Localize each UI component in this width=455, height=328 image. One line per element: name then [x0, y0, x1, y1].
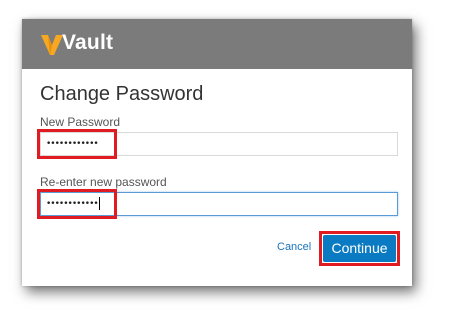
continue-highlight-box [319, 231, 400, 266]
dialog-header: Vault [22, 19, 412, 69]
new-password-highlight-box [37, 129, 117, 159]
brand-name: Vault [62, 31, 114, 54]
cancel-link[interactable]: Cancel [277, 241, 311, 253]
new-password-label: New Password [40, 115, 121, 129]
reenter-password-highlight-box [37, 189, 117, 219]
reenter-password-label: Re-enter new password [40, 175, 167, 189]
vault-logo-icon [41, 35, 63, 55]
page-title: Change Password [40, 83, 204, 105]
change-password-dialog: Vault Change Password New Password •••••… [22, 19, 412, 286]
